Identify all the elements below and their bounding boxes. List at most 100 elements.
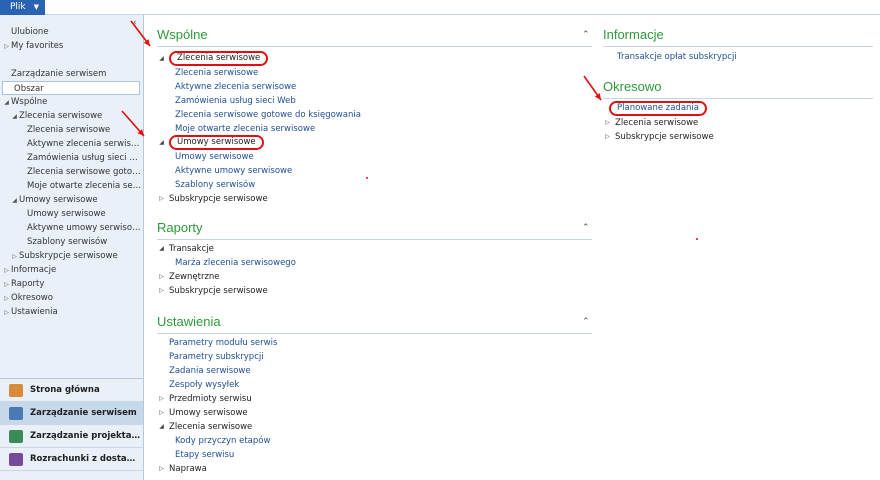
expand-toggle-icon[interactable]: ◢	[10, 110, 19, 123]
nav-tree-label: My favorites	[11, 41, 64, 51]
nav-tree-item[interactable]: Obszar	[2, 81, 140, 95]
nav-tree-item[interactable]: Ulubione	[0, 25, 143, 39]
nav-tree-label: Raporty	[11, 279, 45, 289]
nav-link[interactable]: Szablony serwisów	[175, 178, 255, 192]
expand-toggle-icon[interactable]: ◢	[157, 52, 166, 66]
group-header[interactable]: Umowy serwisowe	[169, 406, 248, 420]
nav-tree-item[interactable]: ▷ Informacje	[0, 263, 143, 277]
nav-link[interactable]: Aktywne zlecenia serwisowe	[175, 80, 296, 94]
nav-link[interactable]: Aktywne umowy serwisowe	[175, 164, 292, 178]
expand-toggle-icon[interactable]: ▷	[603, 116, 612, 130]
collapse-section-icon[interactable]: ⌃	[582, 223, 590, 233]
group-header[interactable]: Naprawa	[169, 462, 207, 476]
nav-tree-item[interactable]: ▷ Ustawienia	[0, 305, 143, 319]
expand-toggle-icon[interactable]: ▷	[2, 264, 11, 277]
module-button-label: Strona główna	[30, 385, 100, 395]
expand-toggle-icon[interactable]: ▷	[603, 130, 612, 144]
nav-tree-label: Ustawienia	[11, 307, 58, 317]
expand-toggle-icon[interactable]: ▷	[2, 292, 11, 305]
nav-tree-label: Umowy serwisowe	[27, 209, 106, 219]
nav-tree-item[interactable]: ▷ Subskrypcje serwisowe	[0, 249, 143, 263]
expand-toggle-icon[interactable]: ◢	[157, 136, 166, 150]
nav-link[interactable]: Zlecenia serwisowe gotowe do księgowania	[175, 108, 361, 122]
annotation-dot	[366, 177, 368, 179]
group-header[interactable]: Zlecenia serwisowe	[169, 420, 252, 434]
nav-tree-item[interactable]: ▷ Raporty	[0, 277, 143, 291]
expand-toggle-icon[interactable]: ◢	[10, 194, 19, 207]
file-menu-button[interactable]: Plik ▼	[0, 0, 45, 15]
module-button-label: Zarządzanie projektami i i...	[30, 431, 143, 441]
section-title-raporty: Raporty	[157, 220, 203, 235]
expand-toggle-icon[interactable]: ▷	[157, 406, 166, 420]
nav-tree-label: Wspólne	[11, 97, 48, 107]
group-header[interactable]: Transakcje	[169, 242, 214, 256]
navigation-pane: ‹ Ulubione ▷ My favorites Zarządzanie serwi…	[0, 15, 144, 480]
nav-link[interactable]: Etapy serwisu	[175, 448, 234, 462]
nav-tree-item[interactable]: ▷ Okresowo	[0, 291, 143, 305]
nav-tree-item[interactable]: Zamówienia usług sieci Web	[0, 151, 143, 165]
collapse-section-icon[interactable]: ⌃	[582, 317, 590, 327]
expand-toggle-icon[interactable]: ◢	[2, 96, 11, 109]
group-header[interactable]: Subskrypcje serwisowe	[169, 192, 268, 206]
expand-toggle-icon[interactable]: ▷	[157, 392, 166, 406]
expand-toggle-icon[interactable]: ▷	[2, 40, 11, 53]
home-icon	[9, 384, 23, 397]
expand-toggle-icon[interactable]: ▷	[157, 192, 166, 206]
nav-link[interactable]: Moje otwarte zlecenia serwisowe	[175, 122, 315, 136]
nav-tree-label: Szablony serwisów	[27, 237, 108, 247]
service-icon	[9, 407, 23, 420]
section-divider	[603, 98, 873, 99]
expand-toggle-icon[interactable]: ▷	[2, 278, 11, 291]
nav-tree-item[interactable]: Zlecenia serwisowe gotowe...	[0, 165, 143, 179]
expand-toggle-icon[interactable]: ▷	[157, 284, 166, 298]
module-button[interactable]: Rozrachunki z dostawcami	[0, 448, 143, 471]
section-title-okresowo: Okresowo	[603, 79, 662, 94]
group-header[interactable]: Zewnętrzne	[169, 270, 220, 284]
nav-link[interactable]: Kody przyczyn etapów	[175, 434, 270, 448]
section-divider	[157, 333, 592, 334]
nav-tree-label: Moje otwarte zlecenia serwi...	[27, 181, 143, 191]
nav-tree-label: Okresowo	[11, 293, 53, 303]
module-button[interactable]: Zarządzanie serwisem	[0, 402, 143, 425]
expand-toggle-icon[interactable]: ◢	[157, 242, 166, 256]
nav-tree-item[interactable]: Moje otwarte zlecenia serwi...	[0, 179, 143, 193]
nav-link[interactable]: Parametry subskrypcji	[169, 350, 264, 364]
module-buttons: Strona główna Zarządzanie serwisem Zarządz…	[0, 378, 143, 471]
navigation-tree: Ulubione ▷ My favorites Zarządzanie serwise…	[0, 25, 143, 319]
group-header[interactable]: Subskrypcje serwisowe	[169, 284, 268, 298]
expand-toggle-icon[interactable]: ▷	[157, 270, 166, 284]
top-bar: Plik ▼	[0, 0, 880, 15]
nav-link[interactable]: Transakcje opłat subskrypcji	[617, 50, 737, 64]
nav-link[interactable]: Zlecenia serwisowe	[175, 66, 258, 80]
planned-tasks-link[interactable]: Planowane zadania	[609, 101, 707, 116]
nav-tree-item[interactable]: Zarządzanie serwisem	[0, 67, 143, 81]
nav-tree-item[interactable]: Aktywne umowy serwisowe	[0, 221, 143, 235]
group-header[interactable]: Zlecenia serwisowe	[169, 51, 269, 66]
section-divider	[603, 46, 873, 47]
nav-link[interactable]: Parametry modułu serwis	[169, 336, 277, 350]
nav-tree-label: Obszar	[14, 84, 44, 94]
expand-toggle-icon[interactable]: ◢	[157, 420, 166, 434]
nav-tree-label: Zamówienia usług sieci Web	[27, 153, 143, 163]
module-button[interactable]: Zarządzanie projektami i i...	[0, 425, 143, 448]
nav-tree-item[interactable]: ▷ My favorites	[0, 39, 143, 53]
expand-toggle-icon[interactable]: ▷	[157, 462, 166, 476]
nav-link[interactable]: Zamówienia usług sieci Web	[175, 94, 296, 108]
nav-link[interactable]: Umowy serwisowe	[175, 150, 254, 164]
group-header[interactable]: Przedmioty serwisu	[169, 392, 252, 406]
nav-tree-label: Zlecenia serwisowe	[19, 111, 103, 121]
nav-tree-label: Zlecenia serwisowe gotowe...	[27, 167, 143, 177]
nav-tree-item[interactable]: Szablony serwisów	[0, 235, 143, 249]
nav-tree-item[interactable]: Umowy serwisowe	[0, 207, 143, 221]
group-header[interactable]: Umowy serwisowe	[169, 135, 264, 150]
expand-toggle-icon[interactable]: ▷	[10, 250, 19, 263]
nav-tree-item[interactable]: ◢ Umowy serwisowe	[0, 193, 143, 207]
nav-link[interactable]: Zadania serwisowe	[169, 364, 251, 378]
group-header[interactable]: Subskrypcje serwisowe	[615, 130, 714, 144]
nav-link[interactable]: Marża zlecenia serwisowego	[175, 256, 296, 270]
module-button[interactable]: Strona główna	[0, 379, 143, 402]
group-header[interactable]: Zlecenia serwisowe	[615, 116, 698, 130]
nav-link[interactable]: Zespoły wysyłek	[169, 378, 239, 392]
collapse-section-icon[interactable]: ⌃	[582, 30, 590, 40]
expand-toggle-icon[interactable]: ▷	[2, 306, 11, 319]
